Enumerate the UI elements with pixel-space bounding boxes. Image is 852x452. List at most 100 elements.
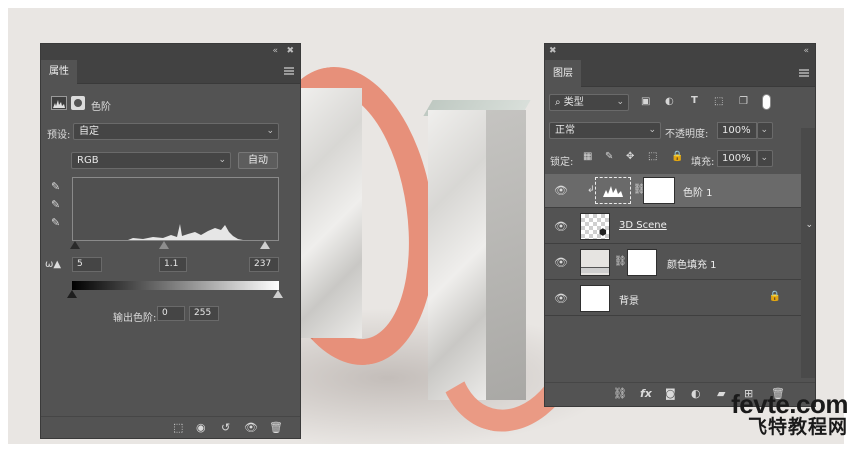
layer-row[interactable]: 👁 ↲ ⛓ 色阶 1 [545,174,801,208]
chevron-down-icon: ⌄ [648,125,656,135]
channel-value: RGB [77,155,99,166]
tab-layers[interactable]: 图层 [545,60,581,87]
properties-bottom-toolbar: ⬚ ◉ ↺ 👁 🗑 [41,416,300,438]
levels-adjustment-icon [595,177,631,204]
layer-mask-thumbnail[interactable] [643,177,675,204]
visibility-eye-icon[interactable]: 👁 [554,256,568,269]
filter-smart-object-icon[interactable]: ❐ [739,96,748,107]
layer-name[interactable]: 背景 [619,292,639,307]
opacity-dropdown[interactable]: ⌄ [757,122,773,139]
chevron-down-icon: ⌄ [760,153,768,163]
properties-panel: « ✖ 属性 色阶 预设: 自定 ⌄ RGB ⌄ 自动 ✎ ✎ ✎ ѡ▲ 5 1… [40,43,301,439]
fill-dropdown[interactable]: ⌄ [757,150,773,167]
expand-chevron-icon[interactable]: ⌄ [805,220,813,230]
input-gamma-slider[interactable] [159,241,169,249]
fill-thumbnail [580,249,610,276]
filter-shape-icon[interactable]: ⬚ [714,96,723,107]
lock-artboard-icon[interactable]: ⬚ [648,151,657,162]
trash-icon[interactable]: 🗑 [269,421,283,434]
histogram [72,177,279,241]
auto-button[interactable]: 自动 [238,152,278,169]
lock-all-icon[interactable]: 🔒 [671,151,683,162]
chevron-down-icon: ⌄ [616,97,624,107]
visibility-eye-icon[interactable]: 👁 [244,421,258,434]
panel-menu-icon[interactable] [799,69,809,77]
marble-block-left [300,88,362,338]
filter-value: 类型 [563,97,584,108]
chevron-down-icon: ⌄ [218,155,226,165]
chevron-down-icon: ⌄ [266,126,274,136]
properties-titlebar: « ✖ [41,44,300,60]
input-black-field[interactable]: 5 [72,257,102,272]
filter-pixel-icon[interactable]: ▣ [641,96,650,107]
layer-name[interactable]: 色阶 1 [683,184,713,199]
layer-name[interactable]: 颜色填充 1 [667,256,717,271]
output-white-field[interactable]: 255 [189,306,219,321]
filter-toggle-switch[interactable] [762,94,771,110]
input-white-field[interactable]: 237 [249,257,279,272]
input-gamma-field[interactable]: 1.1 [159,257,187,272]
output-black-field[interactable]: 0 [157,306,185,321]
watermark-line1: fevte.com [731,389,848,419]
collapse-icon[interactable]: « [803,46,809,56]
clipping-warning-icon[interactable]: ѡ▲ [45,259,61,270]
layer-row[interactable]: 👁 ⬢ 3D Scene ⌄ [545,210,813,244]
layer-thumbnail [580,285,610,312]
view-previous-icon[interactable]: ◉ [196,421,206,434]
tab-properties[interactable]: 属性 [41,60,77,84]
white-eyedropper-icon[interactable]: ✎ [51,216,60,229]
adjustment-title: 色阶 [91,102,111,113]
properties-tab-row: 属性 [41,60,300,84]
layers-titlebar: ✖ « [545,44,815,60]
opacity-field[interactable]: 100% [717,122,757,139]
preset-label: 预设: [47,130,71,141]
preset-dropdown[interactable]: 自定 ⌄ [73,123,279,140]
link-layers-icon[interactable]: ⛓ [613,387,627,400]
search-icon: ⌕ [555,97,564,108]
fill-label: 填充: [691,157,715,168]
output-gradient [72,281,279,290]
watermark-line2: 飞特教程网 [747,416,848,438]
reset-icon[interactable]: ↺ [221,421,230,434]
layer-row[interactable]: 👁 背景 🔒 [545,282,801,316]
output-black-slider[interactable] [67,290,77,298]
output-levels-label: 输出色阶: [113,313,157,324]
visibility-eye-icon[interactable]: 👁 [554,220,568,233]
filter-adjustment-icon[interactable]: ◐ [665,96,674,107]
panel-menu-icon[interactable] [284,67,294,75]
input-white-slider[interactable] [260,241,270,249]
layers-tab-row: 图层 [545,60,815,87]
close-icon[interactable]: ✖ [549,46,557,56]
opacity-label: 不透明度: [665,129,709,140]
layer-mask-thumbnail[interactable] [627,249,657,276]
lock-image-icon[interactable]: ✎ [605,151,613,162]
chevron-down-icon: ⌄ [760,125,768,135]
channel-dropdown[interactable]: RGB ⌄ [71,152,231,169]
layer-row[interactable]: 👁 ⛓ 颜色填充 1 [545,246,801,280]
close-icon[interactable]: ✖ [286,46,294,56]
blend-mode-value: 正常 [555,125,575,136]
clip-arrow-icon: ↲ [587,185,595,195]
layer-mask-icon[interactable] [71,96,85,110]
input-black-slider[interactable] [70,241,80,249]
visibility-eye-icon[interactable]: 👁 [554,184,568,197]
link-icon[interactable]: ⛓ [614,256,627,267]
watermark-logo: fevte.com 飞特教程网 [688,389,848,438]
filter-type-icon[interactable]: T [691,95,698,106]
black-eyedropper-icon[interactable]: ✎ [51,180,60,193]
visibility-eye-icon[interactable]: 👁 [554,292,568,305]
blend-mode-dropdown[interactable]: 正常 ⌄ [549,122,661,139]
layer-name[interactable]: 3D Scene [619,220,667,231]
lock-position-icon[interactable]: ✥ [626,151,634,162]
filter-kind-dropdown[interactable]: ⌕ 类型 ⌄ [549,94,629,111]
preset-value: 自定 [79,126,99,137]
collapse-icon[interactable]: « [272,46,278,56]
lock-transparent-icon[interactable]: ▦ [583,151,592,162]
fill-field[interactable]: 100% [717,150,757,167]
add-mask-icon[interactable]: ◙ [665,387,676,400]
clip-to-layer-icon[interactable]: ⬚ [173,421,183,434]
layers-scrollbar[interactable] [801,128,815,378]
gray-eyedropper-icon[interactable]: ✎ [51,198,60,211]
fx-button[interactable]: fx [640,387,652,400]
output-white-slider[interactable] [273,290,283,298]
